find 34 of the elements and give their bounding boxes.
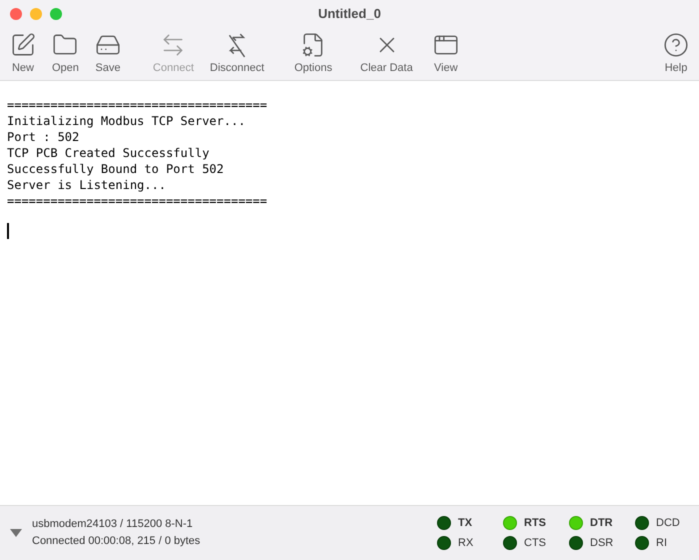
signal-label: RI xyxy=(656,536,667,550)
terminal-line: Server is Listening... xyxy=(7,177,166,193)
signal-label: DTR xyxy=(590,516,613,531)
signal-label: RX xyxy=(458,536,474,550)
signal-label: TX xyxy=(458,516,472,531)
toolbar-button[interactable]: Options xyxy=(290,32,336,76)
close-window-button[interactable] xyxy=(10,8,22,20)
window-title: Untitled_0 xyxy=(318,5,381,24)
toolbar-button[interactable]: New xyxy=(6,32,40,76)
toolbar-button[interactable]: Save xyxy=(90,32,125,76)
disclosure-triangle-icon[interactable] xyxy=(10,529,22,537)
signal-label: DSR xyxy=(590,536,614,550)
toolbar-button[interactable]: Help xyxy=(659,32,693,76)
terminal-line: Port : 502 xyxy=(7,129,80,145)
toolbar-button[interactable]: Clear Data xyxy=(356,32,417,76)
connection-status: Connected 00:00:08, 215 / 0 bytes xyxy=(32,534,200,549)
signal-label: CTS xyxy=(524,536,546,550)
help-icon xyxy=(663,32,689,58)
terminal-line: ==================================== xyxy=(7,97,268,113)
port-settings: usbmodem24103 / 115200 8-N-1 xyxy=(32,517,194,532)
toolbar-button[interactable]: Open xyxy=(48,32,83,76)
text-cursor xyxy=(7,223,9,239)
terminal-line: TCP PCB Created Successfully xyxy=(7,145,210,161)
minimize-window-button[interactable] xyxy=(30,8,42,20)
zoom-window-button[interactable] xyxy=(50,8,62,20)
toolbar-button[interactable]: View xyxy=(428,32,463,76)
terminal-line: Initializing Modbus TCP Server... xyxy=(7,113,246,129)
pen-square-icon xyxy=(10,32,36,58)
signal-label: RTS xyxy=(524,516,546,531)
folder-icon xyxy=(52,32,78,58)
toolbar-button[interactable]: Disconnect xyxy=(206,32,268,76)
terminal-line: Successfully Bound to Port 502 xyxy=(7,161,224,177)
signal-label: DCD xyxy=(656,516,680,531)
terminal-line: ==================================== xyxy=(7,193,268,209)
